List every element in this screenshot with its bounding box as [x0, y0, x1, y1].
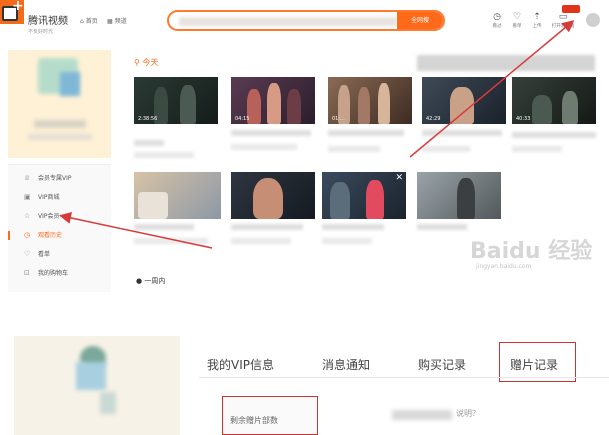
upload-tool-button[interactable]: ⇡ 上传 [528, 12, 546, 29]
nav-channel[interactable]: ▦ 频道 [107, 16, 127, 25]
video-progress-blurred [134, 152, 194, 158]
cart-icon: ⊡ [24, 269, 30, 277]
logo-slogan: 不负好时光 [28, 29, 54, 35]
video-duration: 2:38:56 [138, 116, 158, 122]
video-progress-blurred [328, 146, 380, 152]
gift-info-blurred [392, 410, 452, 420]
watchlist-tool-button[interactable]: ♡ 看单 [508, 12, 526, 29]
sidebar-item-cart[interactable]: ⊡ 我的购物车 [8, 266, 111, 281]
sidebar-menu: ♕ 会员专属VIP ▣ VIP商城 ☆ VIP会员 ◷ 观看历史 ♡ 看单 ⊡ … [8, 164, 111, 292]
baidu-watermark: Baidu 经验 [470, 239, 593, 264]
user-info-blurred [100, 392, 116, 414]
video-title-blurred [328, 130, 404, 136]
tab-purchase-history[interactable]: 购买记录 [418, 356, 466, 373]
video-progress-blurred [512, 146, 562, 152]
video-thumbnail[interactable]: ✕ [322, 172, 406, 219]
gift-info-hint: 说明？ [456, 409, 480, 418]
tab-vip-info[interactable]: 我的VIP信息 [207, 356, 274, 373]
video-thumbnail[interactable]: 04:15 [231, 77, 315, 124]
video-title-blurred [231, 224, 303, 230]
tv-plus-icon: + [0, 0, 24, 24]
client-icon: ▭ [558, 12, 568, 22]
home-icon: ⌂ [80, 18, 84, 25]
search-bar[interactable]: 全网搜 [167, 10, 445, 31]
crown-icon: ♕ [24, 174, 31, 182]
avatar-pixelation [76, 362, 106, 390]
open-client-button[interactable]: ▭ 打开客户端 [550, 12, 576, 29]
video-thumbnail[interactable] [231, 172, 315, 219]
history-icon: ◷ [24, 231, 31, 239]
video-title-blurred [134, 140, 164, 146]
sidebar-item-vip-exclusive[interactable]: ♕ 会员专属VIP [8, 171, 111, 186]
close-icon[interactable]: ✕ [395, 173, 403, 183]
video-thumbnail[interactable]: 42:29 [422, 77, 506, 124]
video-progress-blurred [231, 144, 297, 150]
remaining-gifts-label: 剩余赠片部数 [230, 416, 278, 425]
profile-card [8, 50, 111, 158]
video-progress-blurred [134, 238, 208, 244]
pin-icon: ⚲ [134, 58, 140, 67]
grid-icon: ▦ [107, 18, 113, 25]
page: + 腾讯视频 不负好时光 ⌂ 首页 ▦ 频道 全网搜 ◷ 看过 ♡ 看单 ⇡ 上… [0, 0, 609, 435]
video-title-blurred [231, 130, 311, 136]
vip-badge [562, 5, 580, 13]
history-tool-button[interactable]: ◷ 看过 [488, 12, 506, 29]
filter-bar-blurred [417, 55, 595, 71]
upload-icon: ⇡ [533, 12, 541, 22]
clock-icon: ◷ [493, 12, 501, 22]
video-title-blurred [417, 224, 467, 230]
video-duration: 01:... [332, 116, 345, 122]
video-thumbnail[interactable] [134, 172, 221, 219]
gift-records-highlight [499, 342, 576, 382]
baidu-watermark-url: jingyan.baidu.com [476, 263, 532, 270]
video-progress-blurred [231, 238, 291, 244]
video-title-blurred [134, 224, 194, 230]
section-week-heading: ● 一周内 [136, 277, 166, 285]
search-input[interactable] [179, 17, 397, 26]
heart-icon: ♡ [512, 12, 522, 22]
user-info-blurred [28, 134, 92, 140]
video-thumbnail[interactable]: 40:33 [512, 77, 596, 124]
video-thumbnail[interactable]: 2:38:56 [134, 77, 218, 124]
shop-icon: ▣ [24, 193, 31, 201]
vip-profile-card [14, 336, 180, 435]
video-title-blurred [322, 224, 384, 230]
tabs-divider [199, 377, 609, 378]
logo-text: 腾讯视频 [28, 16, 68, 27]
heart-icon: ♡ [24, 250, 31, 258]
user-avatar[interactable] [586, 13, 600, 27]
video-duration: 40:33 [516, 116, 531, 122]
video-title-blurred [422, 130, 502, 136]
star-icon: ☆ [24, 212, 31, 220]
site-logo[interactable]: 腾讯视频 不负好时光 [28, 12, 68, 35]
video-title-blurred [512, 132, 596, 138]
search-button[interactable]: 全网搜 [397, 12, 443, 29]
tab-notifications[interactable]: 消息通知 [322, 356, 370, 373]
sidebar-item-vip-mall[interactable]: ▣ VIP商城 [8, 190, 111, 205]
video-progress-blurred [322, 238, 372, 244]
sidebar-item-watchlist[interactable]: ♡ 看单 [8, 247, 111, 262]
username-blurred [34, 120, 86, 128]
avatar-pixelation [60, 72, 80, 96]
section-today-heading: ⚲ 今天 [134, 58, 159, 67]
nav-home[interactable]: ⌂ 首页 [80, 16, 98, 25]
video-duration: 42:29 [426, 116, 441, 122]
sidebar-item-vip-member[interactable]: ☆ VIP会员 [8, 209, 111, 224]
video-thumbnail[interactable]: 01:... [328, 77, 412, 124]
video-duration: 04:15 [235, 116, 250, 122]
video-progress-blurred [422, 146, 470, 152]
sidebar-item-history[interactable]: ◷ 观看历史 [8, 228, 111, 243]
video-thumbnail[interactable] [417, 172, 501, 219]
dot-icon: ● [136, 277, 143, 285]
